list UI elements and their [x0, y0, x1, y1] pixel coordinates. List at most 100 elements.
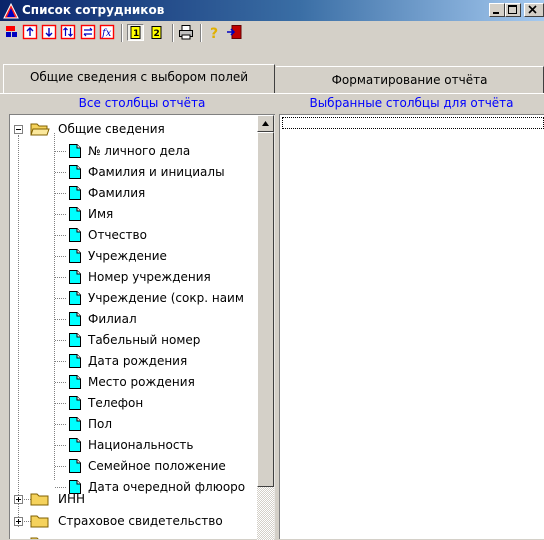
- tree-leaf-item[interactable]: Учреждение (сокр. наим: [10, 288, 250, 308]
- scrollbar-thumb[interactable]: [257, 132, 274, 487]
- tab-label: Форматирование отчёта: [331, 73, 488, 87]
- tree-leaf-item[interactable]: Фамилия и инициалы: [10, 162, 250, 182]
- selected-columns-list[interactable]: [279, 114, 544, 539]
- tree-scrollbar[interactable]: [257, 114, 275, 540]
- tree-line: [55, 382, 66, 384]
- tree-line: [55, 298, 66, 300]
- report-page-1-button[interactable]: 1: [127, 24, 144, 41]
- title-bar: Список сотрудников: [0, 0, 544, 21]
- tree-leaf-item[interactable]: Место рождения: [10, 372, 250, 392]
- tree-line: [55, 172, 66, 174]
- arrow-up-icon: [262, 121, 269, 126]
- scroll-up-button[interactable]: [257, 115, 274, 132]
- sort-button[interactable]: [60, 24, 77, 41]
- tree-node-partial: [10, 533, 250, 539]
- tree-node-general[interactable]: Общие сведения: [10, 119, 250, 139]
- tree-line: [55, 277, 66, 279]
- svg-text:fx: fx: [101, 28, 112, 39]
- exit-button[interactable]: [226, 24, 243, 41]
- swap-button[interactable]: [80, 24, 97, 41]
- tree-leaf-label: Пол: [88, 417, 113, 431]
- tree-leaf-label: Отчество: [88, 228, 147, 242]
- exit-icon: [227, 25, 242, 39]
- tree-leaf-item[interactable]: Дата рождения: [10, 351, 250, 371]
- report-page-2-icon: 2: [151, 26, 162, 39]
- maximize-button[interactable]: [505, 3, 521, 17]
- tree-node-insurance-certificate[interactable]: Страховое свидетельство: [10, 511, 250, 531]
- tree-leaf-label: Номер учреждения: [88, 270, 211, 284]
- svg-text:1: 1: [133, 29, 139, 39]
- tree-leaf-item[interactable]: Отчество: [10, 225, 250, 245]
- tree-line: [55, 214, 66, 216]
- report-page-1-icon: 1: [130, 26, 141, 39]
- tree-leaf-label: Место рождения: [88, 375, 195, 389]
- tree-line: [55, 424, 66, 426]
- tree-leaf-item[interactable]: Телефон: [10, 393, 250, 413]
- move-down-button[interactable]: [41, 24, 58, 41]
- tab-report-formatting[interactable]: Форматирование отчёта: [276, 66, 544, 93]
- tree-line: [55, 151, 66, 153]
- tree-leaf-item[interactable]: Филиал: [10, 309, 250, 329]
- folder-open-icon: [30, 123, 50, 136]
- collapse-icon[interactable]: [14, 125, 23, 134]
- tree-leaf-item[interactable]: Семейное положение: [10, 456, 250, 476]
- tree-leaf-item[interactable]: Фамилия: [10, 183, 250, 203]
- document-icon: [69, 396, 81, 410]
- tree-line: [55, 193, 66, 195]
- tree-node-inn[interactable]: ИНН: [10, 489, 250, 509]
- fields-select-icon: [6, 26, 17, 37]
- tree-leaf-item[interactable]: Номер учреждения: [10, 267, 250, 287]
- report-page-2-button[interactable]: 2: [148, 24, 165, 41]
- tree-leaf-label: Дата рождения: [88, 354, 188, 368]
- document-icon: [69, 144, 81, 158]
- tree-line: [55, 445, 66, 447]
- close-button[interactable]: [524, 3, 544, 17]
- tree-leaf-item[interactable]: Национальность: [10, 435, 250, 455]
- minimize-button[interactable]: [489, 3, 505, 17]
- all-columns-tree[interactable]: Общие сведения № личного дела Фамилия и и…: [9, 114, 257, 539]
- tree-line: [55, 340, 66, 342]
- tree-line: [55, 235, 66, 237]
- document-icon: [69, 312, 81, 326]
- tree-leaf-label: Национальность: [88, 438, 194, 452]
- document-icon: [69, 459, 81, 473]
- tab-general-fields[interactable]: Общие сведения с выбором полей: [3, 64, 275, 93]
- tree-node-label: Общие сведения: [58, 122, 165, 136]
- tree-leaf-item[interactable]: Имя: [10, 204, 250, 224]
- maximize-icon: [508, 5, 517, 14]
- expand-icon[interactable]: [14, 517, 23, 526]
- svg-text:?: ?: [210, 26, 218, 41]
- all-columns-header: Все столбцы отчёта: [78, 96, 206, 110]
- move-down-icon: [41, 24, 57, 40]
- document-icon: [69, 228, 81, 242]
- document-icon: [69, 270, 81, 284]
- tree-leaf-label: Фамилия и инициалы: [88, 165, 225, 179]
- folder-icon: [30, 537, 39, 539]
- move-up-button[interactable]: [22, 24, 39, 41]
- sort-icon: [60, 24, 76, 40]
- printer-icon: [179, 25, 193, 40]
- tree-leaf-label: Табельный номер: [88, 333, 201, 347]
- tree-leaf-item[interactable]: № личного дела: [10, 141, 250, 161]
- tree-line: [55, 403, 66, 405]
- document-icon: [69, 417, 81, 431]
- tree-leaf-label: Имя: [88, 207, 114, 221]
- print-button[interactable]: [178, 24, 195, 41]
- formula-button[interactable]: fx: [99, 24, 116, 41]
- tree-leaf-label: № личного дела: [88, 144, 191, 158]
- fields-select-button[interactable]: [4, 24, 21, 41]
- tree-node-label: ИНН: [58, 492, 86, 506]
- tree-leaf-item[interactable]: Учреждение: [10, 246, 250, 266]
- document-icon: [69, 249, 81, 263]
- tree-leaf-item[interactable]: Табельный номер: [10, 330, 250, 350]
- formula-icon: fx: [99, 24, 115, 40]
- document-icon: [69, 375, 81, 389]
- help-button[interactable]: ?: [206, 24, 223, 41]
- tree-leaf-item[interactable]: Пол: [10, 414, 250, 434]
- tree-leaf-label: Филиал: [88, 312, 137, 326]
- toolbar-separator: [200, 24, 202, 42]
- tree-line: [55, 319, 66, 321]
- tree-node-label: Страховое свидетельство: [58, 514, 223, 528]
- tree-leaf-label: Учреждение (сокр. наим: [88, 291, 244, 305]
- expand-icon[interactable]: [14, 495, 23, 504]
